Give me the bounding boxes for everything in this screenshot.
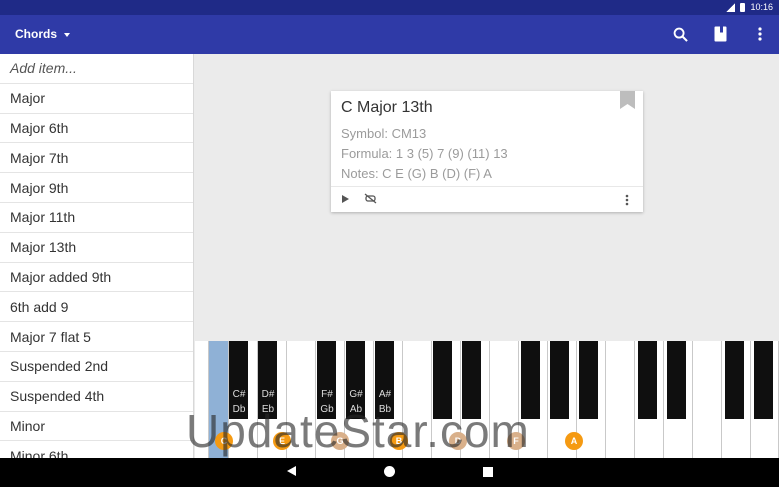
overflow-menu-icon[interactable] (625, 194, 629, 206)
recents-icon[interactable] (483, 467, 493, 477)
list-item[interactable]: Major (0, 84, 193, 114)
black-key[interactable] (638, 341, 657, 419)
book-icon (714, 26, 726, 42)
chord-card: C Major 13th Symbol: CM13 Formula: 1 3 (… (331, 91, 643, 212)
list-item[interactable]: Major 6th (0, 114, 193, 144)
clock: 10:16 (750, 2, 773, 12)
black-key-sharp-label: G# (349, 389, 363, 400)
white-key[interactable] (693, 341, 722, 458)
list-item[interactable]: Major 13th (0, 233, 193, 263)
white-key[interactable] (606, 341, 635, 458)
book-button[interactable] (711, 25, 729, 43)
black-key[interactable] (579, 341, 598, 419)
app-bar: Chords (0, 15, 779, 54)
home-icon[interactable] (384, 466, 395, 477)
chord-symbol: Symbol: CM13 (341, 126, 427, 141)
overflow-menu-icon (758, 27, 762, 41)
list-item[interactable]: 6th add 9 (0, 292, 193, 323)
black-key-sharp-label: A# (378, 389, 392, 400)
chord-formula: Formula: 1 3 (5) 7 (9) (11) 13 (341, 146, 508, 161)
black-key-sharp-label: F# (321, 389, 333, 400)
chord-type-dropdown[interactable]: Chords (15, 27, 70, 41)
play-icon[interactable] (341, 194, 350, 204)
black-key-sharp-label: D# (261, 389, 275, 400)
list-item[interactable]: Suspended 4th (0, 382, 193, 412)
signal-icon (726, 2, 736, 12)
bookmark-icon[interactable] (620, 91, 635, 109)
black-key-sharp-label: C# (232, 389, 246, 400)
list-item[interactable]: Major added 9th (0, 263, 193, 293)
black-key[interactable] (725, 341, 744, 419)
list-item[interactable]: Major 11th (0, 203, 193, 233)
list-item[interactable]: Minor 6th (0, 441, 193, 458)
black-key[interactable] (754, 341, 773, 419)
note-dot: A (565, 432, 583, 450)
list-item[interactable]: Minor (0, 412, 193, 442)
chord-list: Add item... Major Major 6th Major 7th Ma… (0, 54, 194, 458)
search-button[interactable] (671, 25, 689, 43)
list-item[interactable]: Major 7th (0, 143, 193, 174)
list-item[interactable]: Major 9th (0, 173, 193, 203)
watermark: UpdateStar.com (186, 405, 530, 457)
back-icon[interactable] (287, 466, 296, 476)
black-key[interactable] (667, 341, 686, 419)
chord-title: C Major 13th (341, 99, 433, 116)
dropdown-caret-icon (64, 32, 70, 37)
list-item[interactable]: Suspended 2nd (0, 352, 193, 382)
chord-notes: Notes: C E (G) B (D) (F) A (341, 166, 492, 181)
app-title: Chords (15, 27, 57, 41)
list-item[interactable]: Major 7 flat 5 (0, 322, 193, 352)
card-divider (331, 186, 643, 187)
add-item-field[interactable]: Add item... (0, 54, 193, 84)
black-key[interactable] (550, 341, 569, 419)
battery-icon (740, 2, 746, 12)
sound-off-icon[interactable] (364, 193, 377, 204)
status-bar: 10:16 (0, 0, 779, 15)
search-icon (673, 27, 688, 42)
overflow-menu-button[interactable] (751, 25, 769, 43)
